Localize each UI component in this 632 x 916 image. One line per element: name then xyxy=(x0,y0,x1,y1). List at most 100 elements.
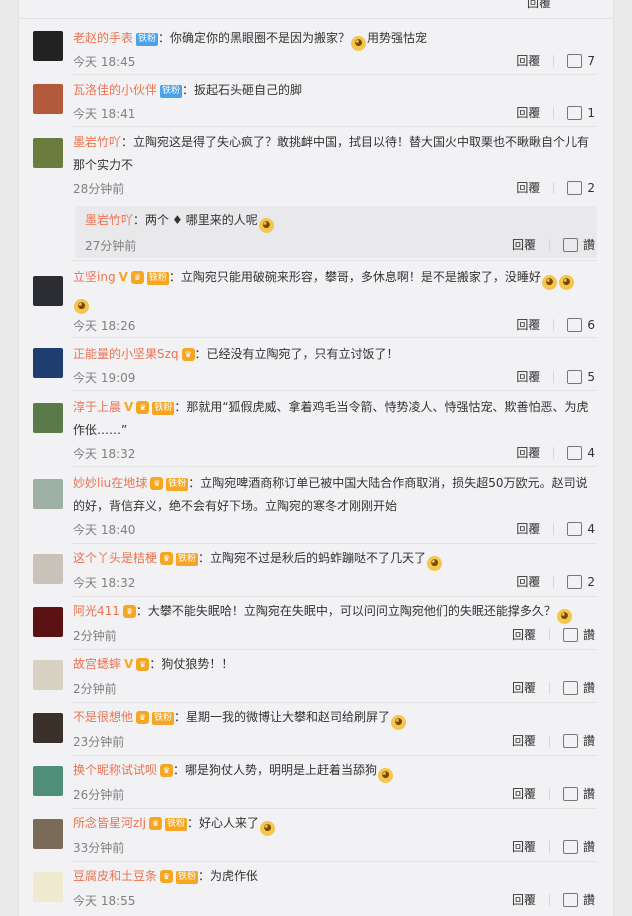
thumbs-up-icon[interactable] xyxy=(567,369,583,384)
like-label: 讚 xyxy=(582,893,595,907)
commenter-name[interactable]: 这个丫头是桔梗 xyxy=(73,551,157,565)
reply-button[interactable]: 回覆 xyxy=(516,573,540,590)
commenter-name[interactable]: 淳于上晨 xyxy=(73,400,121,414)
commenter-name[interactable]: 阿光411 xyxy=(73,604,120,618)
reply-button[interactable]: 回覆 xyxy=(512,838,536,855)
comment-text: ：星期一我的微博让大攀和赵司给刷屏了 xyxy=(174,710,391,724)
emoji-icon: ◕ xyxy=(260,821,275,836)
thumbs-up-icon[interactable] xyxy=(562,680,578,695)
thumbs-up-icon[interactable] xyxy=(562,627,578,642)
comment-item: 换个昵称试试呗 ♛ ：哪是狗仗人势，明明是上赶着当舔狗 ◕ 26分钟前 回覆 讚 xyxy=(19,757,613,809)
thumbs-up-icon[interactable] xyxy=(567,180,583,195)
reply-button[interactable]: 回覆 xyxy=(516,52,540,69)
fan-badge: 铁粉 xyxy=(166,478,189,491)
like-count: 讚 xyxy=(582,238,595,252)
avatar[interactable] xyxy=(33,348,63,378)
previous-comment-tail: 回覆 xyxy=(19,0,613,19)
timestamp: 27分钟前 xyxy=(85,239,137,253)
commenter-name[interactable]: 瓦洛佳的小伙伴 xyxy=(73,83,157,97)
comment-text: ：立陶宛只能用破碗来形容，攀哥，多休息啊！是不是搬家了，没睡好 xyxy=(168,270,541,284)
timestamp: 今天 18:45 xyxy=(73,55,136,69)
fan-badge: 铁粉 xyxy=(176,553,199,566)
comment-text: ：好心人来了 xyxy=(186,816,259,830)
timestamp: 23分钟前 xyxy=(73,735,125,749)
avatar[interactable] xyxy=(33,276,63,306)
vip-icon: ♛ xyxy=(148,817,162,830)
avatar[interactable] xyxy=(33,479,63,509)
reply-button[interactable]: 回覆 xyxy=(516,520,540,537)
emoji-icon: ◕ xyxy=(427,556,443,571)
timestamp: 今天 19:09 xyxy=(73,371,136,385)
sub-reply: 墨岩竹吖：两个 ♦ 哪里来的人呢 ◕ 27分钟前 回覆 讚 xyxy=(75,206,597,258)
thumbs-up-icon[interactable] xyxy=(567,105,583,120)
reply-button[interactable]: 回覆 xyxy=(516,316,540,333)
comment-item: 阿光411 ♛ ：大攀不能失眠哈！立陶宛在失眠中，可以问问立陶宛他们的失眠还能撑多久… xyxy=(19,598,613,650)
vip-icon: ♛ xyxy=(136,658,150,671)
comment-item: 故宫蟋蟀 V ♛ ：狗仗狼势！！ 2分钟前 回覆 讚 xyxy=(19,651,613,703)
reply-button[interactable]: 回覆 xyxy=(512,236,536,253)
thumbs-up-icon[interactable] xyxy=(567,521,583,536)
commenter-name[interactable]: 正能量的小坚果Szq xyxy=(73,347,179,361)
like-count: 1 xyxy=(587,105,595,120)
avatar[interactable] xyxy=(33,872,63,902)
commenter-name[interactable]: 墨岩竹吖 xyxy=(85,213,133,227)
like-count: 4 xyxy=(587,521,595,536)
commenter-name[interactable]: 立坚ing xyxy=(73,270,116,284)
like-label: 讚 xyxy=(582,681,595,695)
thumbs-up-icon[interactable] xyxy=(562,733,578,748)
reply-text: ：两个 xyxy=(133,213,170,227)
avatar[interactable] xyxy=(33,607,63,637)
thumbs-up-icon[interactable] xyxy=(567,53,583,68)
like-count: 7 xyxy=(587,53,595,68)
avatar[interactable] xyxy=(33,819,63,849)
reply-button[interactable]: 回覆 xyxy=(527,0,551,11)
thumbs-up-icon[interactable] xyxy=(567,317,583,332)
comment-item: 妙妙liu在地球 ♛ 铁粉 ：立陶宛啤酒商称订单已被中国大陆合作商取消，损失超50万欧… xyxy=(19,468,613,544)
commenter-name[interactable]: 所念皆星河zlj xyxy=(73,816,146,830)
timestamp: 今天 18:32 xyxy=(73,447,136,461)
reply-button[interactable]: 回覆 xyxy=(516,104,540,121)
vip-icon: ♛ xyxy=(136,401,150,414)
reply-button[interactable]: 回覆 xyxy=(516,368,540,385)
thumbs-up-icon[interactable] xyxy=(562,786,578,801)
avatar[interactable] xyxy=(33,84,63,114)
thumbs-up-icon[interactable] xyxy=(567,445,583,460)
reply-button[interactable]: 回覆 xyxy=(512,891,536,908)
comment-text: ：哪是狗仗人势，明明是上赶着当舔狗 xyxy=(173,763,378,777)
reply-button[interactable]: 回覆 xyxy=(512,732,536,749)
timestamp: 26分钟前 xyxy=(73,788,125,802)
avatar[interactable] xyxy=(33,660,63,690)
vip-icon: ♛ xyxy=(160,764,174,777)
comment-text: ：你确定你的黑眼圈不是因为搬家？ xyxy=(158,31,351,45)
reply-button[interactable]: 回覆 xyxy=(512,679,536,696)
thumbs-up-icon[interactable] xyxy=(562,839,578,854)
emoji-icon: ◕ xyxy=(74,299,89,314)
reply-button[interactable]: 回覆 xyxy=(512,626,536,643)
commenter-name[interactable]: 故宫蟋蟀 xyxy=(73,657,121,671)
thumbs-up-icon[interactable] xyxy=(562,237,578,252)
reply-button[interactable]: 回覆 xyxy=(516,444,540,461)
comment-text: ：大攀不能失眠哈！立陶宛在失眠中，可以问问立陶宛他们的失眠还能撑多久？ xyxy=(135,604,556,618)
avatar[interactable] xyxy=(33,766,63,796)
emoji-icon: ◕ xyxy=(378,768,394,783)
fan-badge: 铁粉 xyxy=(152,402,175,415)
commenter-name[interactable]: 老赵的手表 xyxy=(73,31,133,45)
commenter-name[interactable]: 不是很想他 xyxy=(73,710,133,724)
commenter-name[interactable]: 妙妙liu在地球 xyxy=(73,476,147,490)
avatar[interactable] xyxy=(33,403,63,433)
commenter-name[interactable]: 换个昵称试试呗 xyxy=(73,763,157,777)
thumbs-up-icon[interactable] xyxy=(562,892,578,907)
avatar[interactable] xyxy=(33,713,63,743)
commenter-name[interactable]: 豆腐皮和土豆条 xyxy=(73,869,157,883)
commenter-name[interactable]: 墨岩竹吖 xyxy=(73,135,121,149)
avatar[interactable] xyxy=(33,138,63,168)
avatar[interactable] xyxy=(33,31,63,61)
vip-icon: ♛ xyxy=(130,271,144,284)
avatar[interactable] xyxy=(33,554,63,584)
thumbs-up-icon[interactable] xyxy=(567,574,583,589)
vip-icon: ♛ xyxy=(122,605,136,618)
comment-item: 所念皆星河zlj ♛ 铁粉 ：好心人来了 ◕ 33分钟前 回覆 讚 xyxy=(19,810,613,862)
fan-badge: 铁粉 xyxy=(152,712,175,725)
reply-button[interactable]: 回覆 xyxy=(516,179,540,196)
reply-button[interactable]: 回覆 xyxy=(512,785,536,802)
